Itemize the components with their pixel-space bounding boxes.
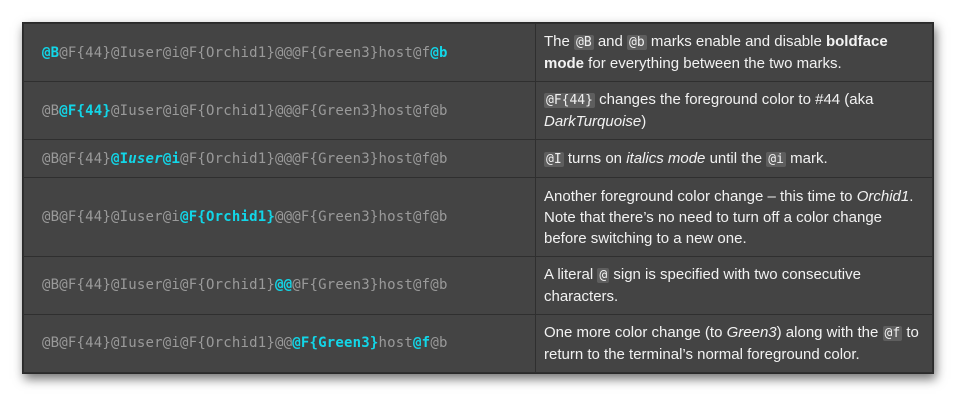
code-highlight: @B <box>42 44 60 61</box>
desc-text: ) <box>641 113 647 131</box>
code-highlight: @@ <box>274 277 293 294</box>
code-highlight: @F{Green3} <box>292 335 379 352</box>
code-text: @F{Orchid1}@@@F{Green3}host@f@b <box>180 150 448 167</box>
desc-text: changes the foreground color to #44 (aka <box>594 91 874 109</box>
desc-text: Another foreground color change – this t… <box>544 187 857 205</box>
code-text: @B@F{44}@Iuser@i <box>42 209 181 226</box>
code-text: @B@F{44} <box>42 150 112 167</box>
code-cell: @B@F{44}@Iuser@i@F{Orchid1}@@@F{Green3}h… <box>23 177 536 257</box>
code-text: @F{Green3}host@f@b <box>292 277 448 294</box>
code-text: host <box>378 335 414 352</box>
desc-italic: italics mode <box>626 149 706 167</box>
code-cell: @B@F{44}@Iuser@i@F{Orchid1}@@@F{Green3}h… <box>23 255 536 315</box>
code-highlight: @F{Orchid1} <box>180 209 275 226</box>
table-row: @B@F{44}@Iuser@i@F{Orchid1}@@@F{Green3}h… <box>23 255 933 315</box>
desc-text: turns on <box>563 149 627 167</box>
inline-code: @ <box>597 267 610 283</box>
code-cell: @B@F{44}@Iuser@i@F{Orchid1}@@@F{Green3}h… <box>23 139 536 179</box>
inline-code: @I <box>544 151 564 167</box>
inline-code: @b <box>627 35 647 51</box>
desc-text: and <box>593 33 628 51</box>
inline-code: @f <box>882 325 903 341</box>
desc-text: until the <box>705 149 767 167</box>
description-cell: Another foreground color change – this t… <box>535 177 933 257</box>
code-highlight: @i <box>162 150 181 167</box>
desc-text: for everything between the two marks. <box>584 55 842 73</box>
code-text: @B@F{44}@Iuser@i@F{Orchid1} <box>42 277 275 294</box>
code-text: @B <box>42 102 60 119</box>
code-cell: @B@F{44}@Iuser@i@F{Orchid1}@@@F{Green3}h… <box>23 81 536 141</box>
desc-italic: DarkTurquoise <box>544 113 642 131</box>
description-cell: One more color change (to Green3) along … <box>535 313 933 374</box>
code-cell: @B@F{44}@Iuser@i@F{Orchid1}@@@F{Green3}h… <box>23 313 536 374</box>
desc-text: A literal <box>544 265 598 283</box>
code-highlight-italic: user <box>128 150 163 167</box>
table-row: @B@F{44}@Iuser@i@F{Orchid1}@@@F{Green3}h… <box>23 313 933 374</box>
desc-text: mark. <box>785 149 828 167</box>
code-text: @Iuser@i@F{Orchid1}@@@F{Green3}host@f@b <box>111 102 448 119</box>
description-cell: @F{44} changes the foreground color to #… <box>535 81 933 141</box>
examples-table-frame: @B@F{44}@Iuser@i@F{Orchid1}@@@F{Green3}h… <box>22 22 934 374</box>
description-cell: The @B and @b marks enable and disable b… <box>535 22 933 83</box>
code-text: @@@F{Green3}host@f@b <box>274 209 448 226</box>
code-text: @B@F{44}@Iuser@i@F{Orchid1}@@ <box>42 335 293 352</box>
desc-italic: Green3 <box>726 323 777 341</box>
code-highlight: @F{44} <box>59 102 112 119</box>
desc-text: ) along with the <box>776 323 883 341</box>
table-row: @B@F{44}@Iuser@i@F{Orchid1}@@@F{Green3}h… <box>23 177 933 257</box>
code-highlight: @I <box>111 150 129 167</box>
table-row: @B@F{44}@Iuser@i@F{Orchid1}@@@F{Green3}h… <box>23 81 933 141</box>
desc-italic: Orchid1 <box>856 187 910 205</box>
code-text: @b <box>430 335 448 352</box>
examples-table: @B@F{44}@Iuser@i@F{Orchid1}@@@F{Green3}h… <box>23 22 933 374</box>
inline-code: @B <box>574 35 594 51</box>
table-row: @B@F{44}@Iuser@i@F{Orchid1}@@@F{Green3}h… <box>23 139 933 179</box>
inline-code: @i <box>766 151 786 167</box>
description-cell: A literal @ sign is specified with two c… <box>535 255 933 315</box>
code-highlight: @b <box>430 44 448 61</box>
desc-text: The <box>544 33 575 51</box>
description-cell: @I turns on italics mode until the @i ma… <box>535 139 933 179</box>
code-highlight: @f <box>413 335 431 352</box>
table-row: @B@F{44}@Iuser@i@F{Orchid1}@@@F{Green3}h… <box>23 22 933 83</box>
code-cell: @B@F{44}@Iuser@i@F{Orchid1}@@@F{Green3}h… <box>23 22 536 83</box>
code-text: @F{44}@Iuser@i@F{Orchid1}@@@F{Green3}hos… <box>59 44 431 61</box>
desc-text: marks enable and disable <box>646 33 826 51</box>
inline-code: @F{44} <box>544 93 595 109</box>
desc-text: One more color change (to <box>544 323 727 341</box>
